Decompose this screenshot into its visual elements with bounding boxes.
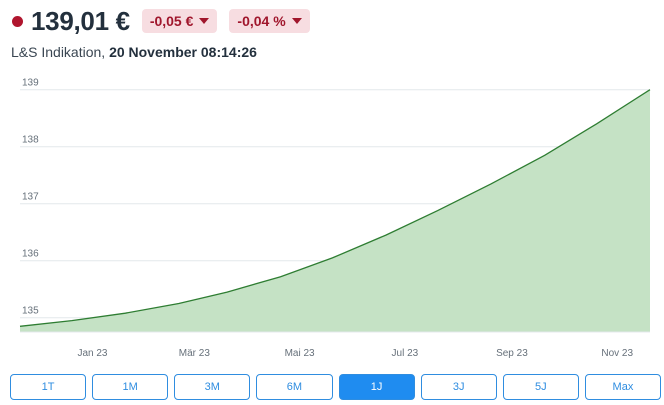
y-tick-label: 136	[22, 249, 39, 260]
quote-source-line: L&S Indikation, 20 November 08:14:26	[11, 44, 257, 60]
x-tick-label: Nov 23	[601, 348, 633, 359]
y-tick-label: 138	[22, 135, 39, 146]
current-price: 139,01 €	[31, 5, 130, 36]
x-tick-label: Jan 23	[77, 348, 107, 359]
change-percent-value: -0,04 %	[237, 13, 286, 29]
quote-timestamp: 20 November 08:14:26	[109, 44, 257, 60]
price-chart: 139 138 137 136 135 Jan 23 Mär 23 Mai 23 Jul 23 S…	[19, 78, 651, 359]
period-button-max[interactable]: Max	[584, 374, 661, 400]
quote-source: L&S Indikation,	[11, 44, 106, 60]
change-absolute-value: -0,05 €	[149, 13, 194, 29]
change-absolute-badge: -0,05 €	[141, 9, 218, 33]
quote-header: 139,01 € -0,05 € -0,04 %	[12, 4, 310, 38]
period-button-6m[interactable]: 6M	[256, 374, 333, 400]
period-button-5j[interactable]: 5J	[502, 374, 579, 400]
period-button-3j[interactable]: 3J	[420, 374, 497, 400]
x-tick-label: Jul 23	[392, 348, 419, 359]
price-area	[20, 89, 650, 332]
period-button-3m[interactable]: 3M	[174, 374, 251, 400]
y-tick-label: 137	[22, 192, 39, 203]
x-tick-label: Mär 23	[179, 348, 211, 359]
y-tick-label: 135	[22, 306, 39, 317]
market-status-dot	[12, 15, 23, 27]
y-tick-label: 139	[22, 78, 39, 89]
period-button-1m[interactable]: 1M	[92, 374, 169, 400]
x-tick-label: Mai 23	[285, 348, 315, 359]
caret-down-icon	[291, 18, 302, 24]
period-button-1j[interactable]: 1J	[338, 374, 415, 400]
caret-down-icon	[199, 18, 210, 24]
change-percent-badge: -0,04 %	[229, 9, 310, 33]
x-tick-label: Sep 23	[496, 348, 528, 359]
period-selector: 1T 1M 3M 6M 1J 3J 5J Max	[10, 374, 661, 400]
period-button-1t[interactable]: 1T	[10, 374, 87, 400]
